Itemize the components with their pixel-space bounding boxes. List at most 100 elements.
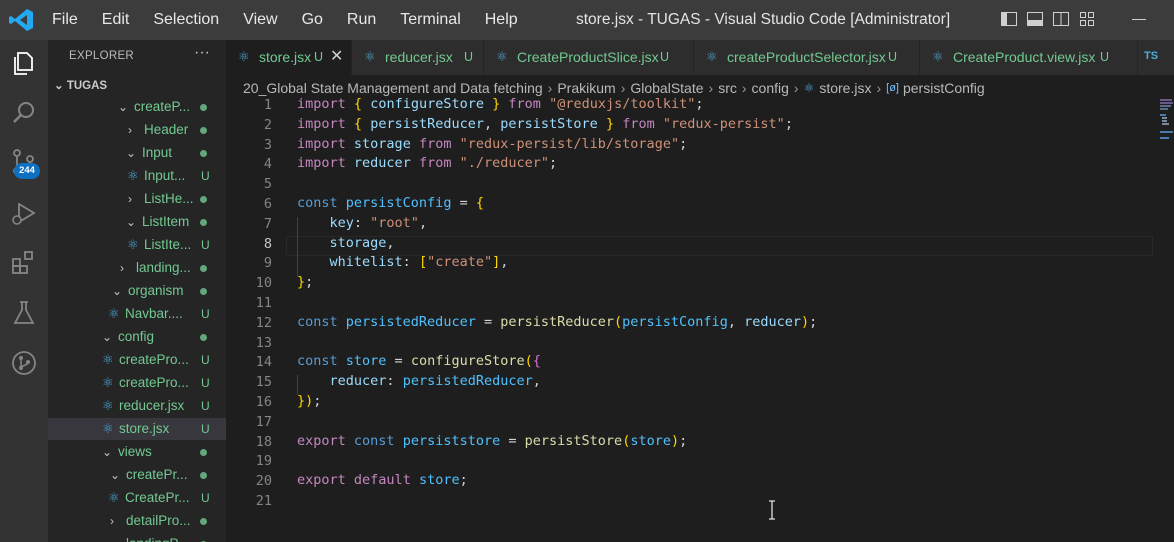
menu-go[interactable]: Go — [290, 0, 335, 40]
code-line[interactable]: reducer: persistedReducer, — [297, 371, 541, 391]
tree-item[interactable]: ⌄ organism — [48, 280, 226, 302]
code-line[interactable]: storage, — [297, 233, 395, 253]
breadcrumb-item[interactable]: src — [718, 80, 737, 96]
tree-item[interactable]: › ListHe... — [48, 188, 226, 210]
tab-store-jsx[interactable]: ⚛ store.jsx U ✕ — [226, 40, 352, 75]
line-number: 5 — [263, 176, 272, 193]
chevron-right-icon[interactable]: › — [110, 510, 120, 532]
menu-terminal[interactable]: Terminal — [388, 0, 472, 40]
react-file-icon: ⚛ — [108, 490, 120, 505]
tree-item[interactable]: › detailPro... — [48, 510, 226, 532]
tree-item[interactable]: › Header — [48, 119, 226, 141]
line-number: 12 — [255, 314, 272, 331]
tab-status: U — [314, 50, 324, 64]
toggle-panel-icon[interactable] — [1026, 10, 1044, 28]
react-file-icon: ⚛ — [102, 375, 114, 390]
line-number: 18 — [255, 433, 272, 450]
tree-item-label: createPro... — [119, 352, 189, 367]
tree-item-label: Header — [144, 122, 189, 137]
breadcrumb-item[interactable]: store.jsx — [819, 80, 871, 96]
explorer-icon[interactable] — [9, 48, 39, 78]
tree-item[interactable]: ⌄ createPr... — [48, 464, 226, 486]
tree-item[interactable]: ⌄ ListItem — [48, 211, 226, 233]
tree-item[interactable]: › landing... — [48, 257, 226, 279]
chevron-down-icon[interactable]: ⌄ — [102, 326, 112, 348]
code-line[interactable]: import reducer from "./reducer"; — [297, 153, 557, 173]
minimize-button[interactable] — [1132, 19, 1146, 20]
chevron-right-icon[interactable]: › — [120, 257, 130, 279]
code-line[interactable]: const persistedReducer = persistReducer(… — [297, 312, 817, 332]
tab-createproduct-view-jsx[interactable]: ⚛ CreateProduct.view.jsx U — [920, 40, 1138, 75]
tab-status: U — [888, 50, 898, 64]
breadcrumb-item[interactable]: config — [752, 80, 789, 96]
breadcrumb-item[interactable]: persistConfig — [903, 80, 985, 96]
chevron-right-icon[interactable]: › — [110, 533, 120, 542]
toggle-primary-sidebar-icon[interactable] — [1000, 10, 1018, 28]
code-line[interactable]: export default store; — [297, 470, 468, 490]
chevron-down-icon[interactable]: ⌄ — [112, 280, 122, 302]
code-line[interactable]: import storage from "redux-persist/lib/s… — [297, 134, 687, 154]
modified-dot-icon — [200, 449, 207, 456]
chevron-down-icon[interactable]: ⌄ — [126, 142, 136, 164]
menu-help[interactable]: Help — [473, 0, 530, 40]
code-line[interactable]: }); — [297, 391, 321, 411]
workspace-folder[interactable]: ⌄ TUGAS — [54, 78, 107, 92]
customize-layout-icon[interactable] — [1078, 10, 1096, 28]
tree-item[interactable]: ⌄ views — [48, 441, 226, 463]
code-line[interactable]: import { persistReducer, persistStore } … — [297, 114, 793, 134]
code-line[interactable]: import { configureStore } from "@reduxjs… — [297, 94, 704, 114]
tree-item[interactable]: › landingP... — [48, 533, 226, 542]
menu-selection[interactable]: Selection — [141, 0, 231, 40]
menu-run[interactable]: Run — [335, 0, 388, 40]
modified-dot-icon — [200, 150, 207, 157]
line-number: 11 — [255, 295, 272, 311]
tree-item[interactable]: ⚛ CreatePr... U — [48, 487, 226, 509]
code-editor[interactable]: 1 2 3 4 5 6 7 8 9 10 11 12 13 14 15 16 17 18 19 20 21 import… — [226, 94, 1174, 542]
code-line[interactable]: const persistConfig = { — [297, 193, 484, 213]
search-icon[interactable] — [9, 98, 39, 128]
menu-view[interactable]: View — [231, 0, 289, 40]
code-line[interactable]: whitelist: ["create"], — [297, 252, 509, 272]
chevron-down-icon[interactable]: ⌄ — [118, 96, 128, 118]
toggle-secondary-sidebar-icon[interactable] — [1052, 10, 1070, 28]
code-line[interactable]: }; — [297, 272, 313, 292]
git-graph-icon[interactable] — [9, 348, 39, 378]
chevron-down-icon[interactable]: ⌄ — [126, 211, 136, 233]
code-line[interactable]: export const persiststore = persistStore… — [297, 431, 687, 451]
chevron-down-icon[interactable]: ⌄ — [102, 441, 112, 463]
chevron-right-icon[interactable]: › — [128, 188, 138, 210]
tab-createproductslice-jsx[interactable]: ⚛ CreateProductSlice.jsx U — [484, 40, 694, 75]
tree-item-label: store.jsx — [119, 421, 170, 436]
minimap[interactable] — [1160, 97, 1174, 157]
tree-item[interactable]: ⚛ createPro... U — [48, 372, 226, 394]
tree-item[interactable]: ⚛ store.jsx U — [48, 418, 226, 440]
menu-edit[interactable]: Edit — [90, 0, 142, 40]
modified-dot-icon — [200, 288, 207, 295]
more-actions-icon[interactable]: ··· — [194, 44, 210, 62]
close-icon[interactable]: ✕ — [330, 46, 343, 66]
line-number: 20 — [255, 473, 272, 490]
testing-icon[interactable] — [9, 298, 39, 328]
extensions-icon[interactable] — [9, 248, 39, 278]
tab-createproductselector-jsx[interactable]: ⚛ createProductSelector.jsx U — [694, 40, 920, 75]
chevron-down-icon[interactable]: ⌄ — [110, 464, 120, 486]
chevron-right-icon[interactable]: › — [128, 119, 138, 141]
react-file-icon: ⚛ — [102, 421, 114, 436]
breadcrumb-separator: › — [741, 80, 747, 96]
tree-item[interactable]: ⌄ Input — [48, 142, 226, 164]
tree-item[interactable]: ⚛ ListIte... U — [48, 234, 226, 256]
tree-item-label: landingP... — [126, 533, 188, 542]
code-line[interactable]: const store = configureStore({ — [297, 351, 541, 371]
run-debug-icon[interactable] — [9, 198, 39, 228]
tab-reducer-jsx[interactable]: ⚛ reducer.jsx U — [352, 40, 484, 75]
tree-item[interactable]: ⚛ reducer.jsx U — [48, 395, 226, 417]
tree-item[interactable]: ⚛ createPro... U — [48, 349, 226, 371]
tree-item[interactable]: ⚛ Navbar.... U — [48, 303, 226, 325]
tree-item[interactable]: ⚛ Input... U — [48, 165, 226, 187]
tab-typescript-file[interactable]: TS — [1138, 40, 1174, 75]
line-number: 6 — [263, 196, 272, 212]
code-line[interactable]: key: "root", — [297, 213, 428, 233]
menu-file[interactable]: File — [40, 0, 90, 40]
tree-item[interactable]: ⌄ config — [48, 326, 226, 348]
tree-item[interactable]: ⌄ createP... — [48, 96, 226, 118]
